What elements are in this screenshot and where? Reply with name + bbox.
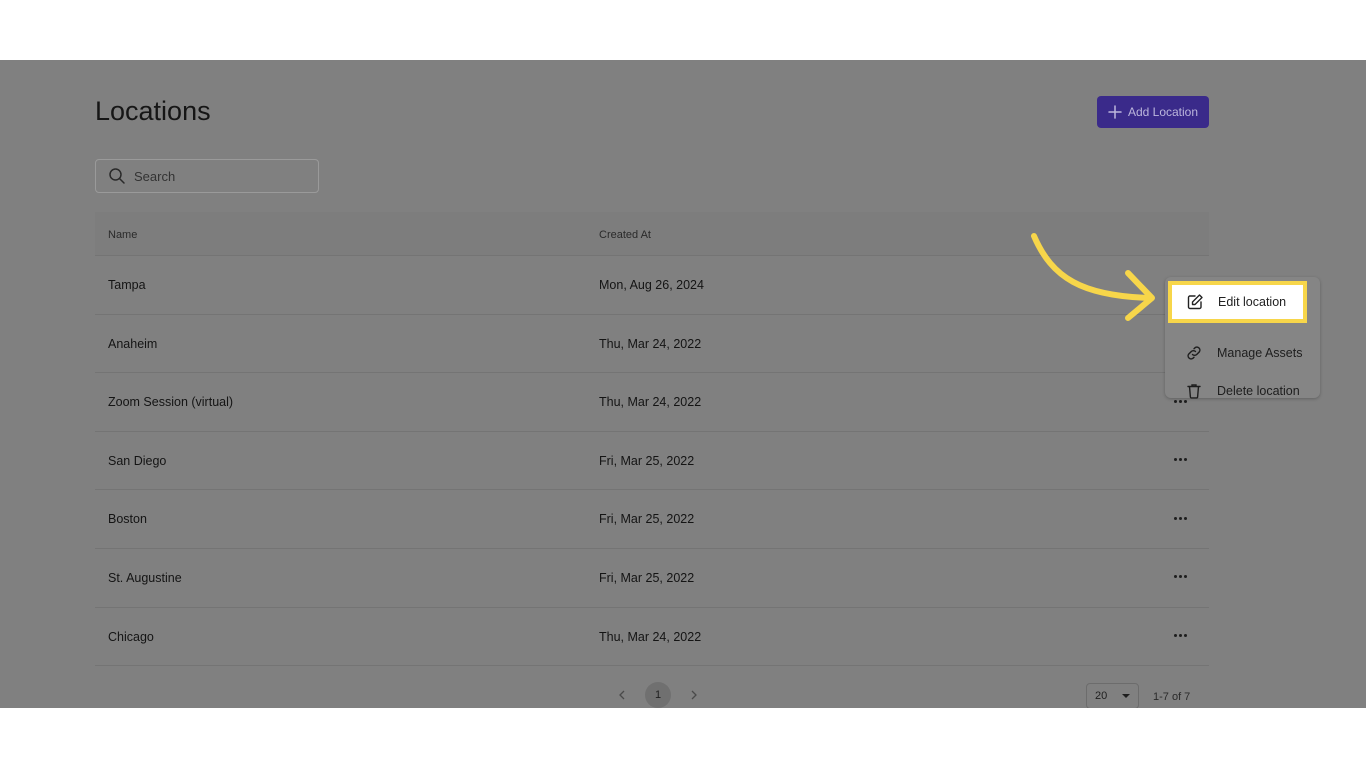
location-name: Zoom Session (virtual)	[108, 395, 234, 410]
row-actions-button[interactable]	[1170, 510, 1190, 526]
dot	[1173, 634, 1177, 638]
dot	[1173, 458, 1177, 462]
menu-item-label: Delete location	[1217, 384, 1300, 398]
table-row[interactable]: Boston Fri, Mar 25, 2022	[95, 490, 1209, 549]
dot	[1178, 575, 1182, 579]
dot	[1173, 575, 1177, 579]
dot	[1178, 516, 1182, 520]
dot	[1183, 458, 1187, 462]
per-page-value: 20	[1095, 690, 1108, 703]
created-at: Thu, Mar 24, 2022	[599, 395, 702, 410]
dot	[1183, 575, 1187, 579]
location-name: Boston	[108, 512, 147, 527]
result-range: 1-7 of 7	[1153, 691, 1191, 704]
chevron-right-icon	[691, 690, 697, 700]
dot	[1183, 516, 1187, 520]
table-row[interactable]: Zoom Session (virtual) Thu, Mar 24, 2022	[95, 373, 1209, 432]
prev-page-button[interactable]	[615, 688, 629, 702]
next-page-button[interactable]	[687, 688, 701, 702]
table-row[interactable]: Chicago Thu, Mar 24, 2022	[95, 607, 1209, 667]
location-name: Chicago	[108, 629, 154, 644]
row-context-menu: Edit location Manage Assets Delete locat…	[1165, 277, 1320, 399]
table-row[interactable]: Tampa Mon, Aug 26, 2024	[95, 256, 1209, 315]
per-page-select[interactable]: 20	[1086, 683, 1139, 708]
dot	[1183, 634, 1187, 638]
search-box[interactable]	[95, 159, 319, 193]
page-title: Locations	[95, 96, 211, 126]
app-screen: Locations Add Location Name Created At T…	[0, 60, 1366, 708]
table-row[interactable]: San Diego Fri, Mar 25, 2022	[95, 431, 1209, 491]
edit-location-menu-item[interactable]: Edit location	[1168, 281, 1307, 323]
location-name: Anaheim	[108, 336, 158, 351]
row-actions-button[interactable]	[1170, 628, 1190, 644]
edit-icon	[1187, 294, 1203, 310]
dot	[1173, 516, 1177, 520]
row-actions-button[interactable]	[1170, 452, 1190, 468]
created-at: Thu, Mar 24, 2022	[599, 336, 702, 351]
manage-assets-menu-item[interactable]: Manage Assets	[1165, 335, 1320, 371]
add-location-button[interactable]: Add Location	[1097, 96, 1209, 128]
dot	[1178, 634, 1182, 638]
table-row[interactable]: St. Augustine Fri, Mar 25, 2022	[95, 548, 1209, 608]
dot	[1178, 458, 1182, 462]
menu-item-label: Manage Assets	[1217, 346, 1303, 360]
created-at: Mon, Aug 26, 2024	[599, 278, 704, 292]
search-input[interactable]	[134, 168, 294, 184]
caret-down-icon	[1122, 694, 1130, 699]
chevron-left-icon	[619, 690, 625, 700]
table-row[interactable]: Anaheim Thu, Mar 24, 2022	[95, 314, 1209, 374]
created-at: Thu, Mar 24, 2022	[599, 629, 702, 644]
link-icon	[1187, 346, 1201, 360]
location-name: Tampa	[108, 278, 146, 292]
created-at: Fri, Mar 25, 2022	[599, 570, 695, 585]
trash-icon	[1187, 384, 1201, 399]
created-at: Fri, Mar 25, 2022	[599, 512, 695, 527]
row-actions-button[interactable]	[1170, 569, 1190, 585]
table-footer: 1 20 1-7 of 7	[95, 666, 1209, 708]
column-header-name: Name	[108, 229, 138, 241]
delete-location-menu-item[interactable]: Delete location	[1165, 373, 1320, 409]
search-icon	[109, 168, 125, 184]
location-name: St. Augustine	[108, 570, 182, 585]
menu-item-label: Edit location	[1218, 295, 1287, 309]
location-name: San Diego	[108, 453, 167, 468]
created-at: Fri, Mar 25, 2022	[599, 453, 695, 468]
column-header-created-at: Created At	[599, 229, 651, 241]
page-button[interactable]: 1	[645, 682, 671, 708]
pagination: 1	[615, 682, 701, 708]
plus-icon	[1108, 105, 1122, 119]
add-location-label: Add Location	[1127, 105, 1199, 119]
table-header: Name Created At	[95, 212, 1209, 256]
locations-table: Name Created At Tampa Mon, Aug 26, 2024 …	[95, 212, 1209, 708]
